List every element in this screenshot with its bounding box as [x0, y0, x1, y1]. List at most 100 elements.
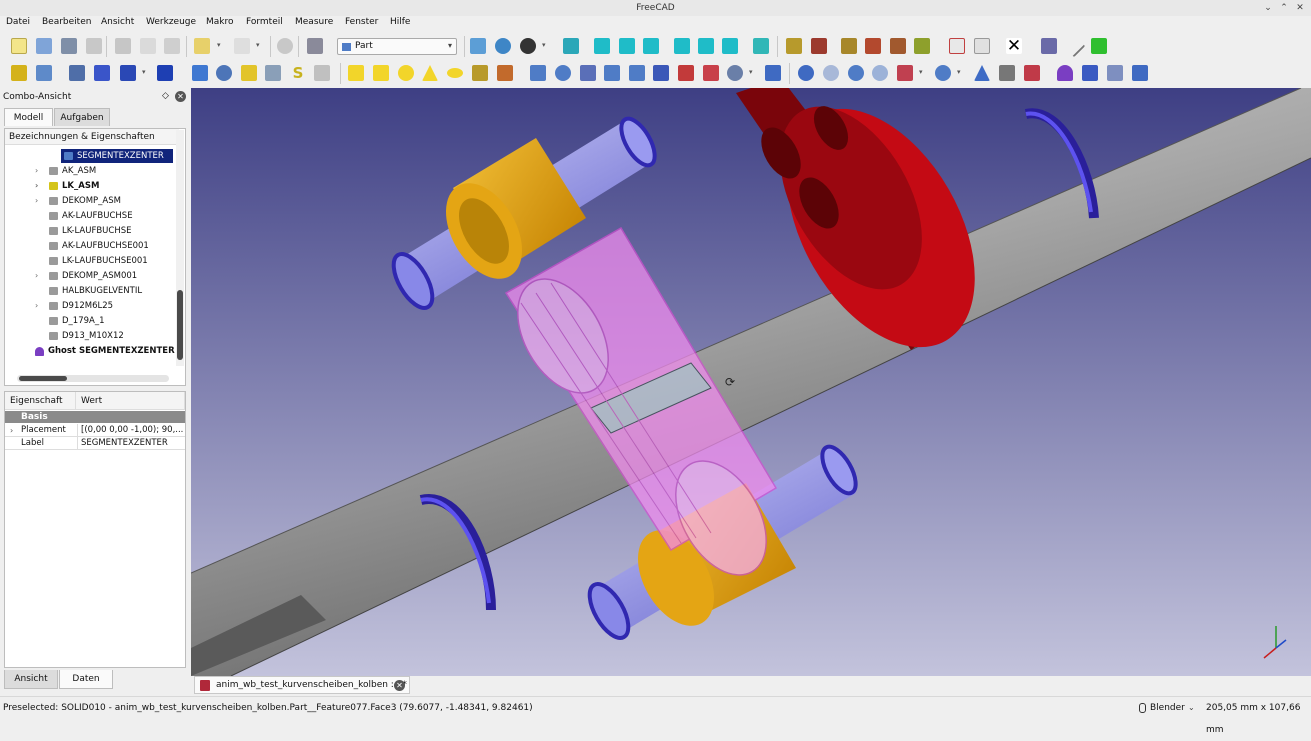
mirror-icon[interactable]	[265, 65, 281, 81]
fit-all-icon[interactable]	[470, 38, 486, 54]
macro-record-icon[interactable]	[786, 38, 802, 54]
cylinder-icon[interactable]	[373, 65, 389, 81]
minimize-icon[interactable]: ⌄	[1261, 0, 1275, 16]
create-group-icon[interactable]	[36, 65, 52, 81]
menu-hilfe[interactable]: Hilfe	[390, 17, 410, 27]
print-icon[interactable]	[86, 38, 102, 54]
tree-vertical-scrollbar[interactable]	[176, 130, 184, 366]
sweep-part-icon[interactable]	[703, 65, 719, 81]
tab-ansicht[interactable]: Ansicht	[4, 670, 58, 689]
whats-this-icon[interactable]	[307, 38, 323, 54]
revolve-part-icon[interactable]	[555, 65, 571, 81]
cut-icon[interactable]	[115, 38, 131, 54]
macro-run-icon[interactable]	[865, 38, 881, 54]
macro-stop-icon[interactable]	[811, 38, 827, 54]
property-row-label[interactable]: Label SEGMENTEXZENTER	[5, 437, 185, 450]
tree-item-segmentexzenter[interactable]: SEGMENTEXZENTER	[61, 149, 173, 163]
open-document-icon[interactable]	[36, 38, 52, 54]
cone-icon[interactable]	[422, 65, 438, 81]
workbench-selector[interactable]: Part ▾	[337, 38, 457, 55]
navigation-style-dropdown-icon[interactable]: ⌄	[1188, 697, 1195, 719]
menu-formteil[interactable]: Formteil	[246, 17, 283, 27]
tree-horizontal-scrollbar[interactable]	[17, 375, 169, 382]
expand-icon[interactable]: ›	[35, 179, 38, 193]
undo-icon[interactable]	[194, 38, 210, 54]
view-left-icon[interactable]	[722, 38, 738, 54]
measure-refresh-icon[interactable]	[1132, 65, 1148, 81]
split-dropdown-icon[interactable]: ▾	[957, 67, 965, 77]
expand-icon[interactable]: ›	[35, 164, 38, 178]
document-tab[interactable]: anim_wb_test_kurvenscheiben_kolben : 1* …	[194, 676, 410, 694]
torus-icon[interactable]	[447, 68, 463, 78]
undo-dropdown-icon[interactable]: ▾	[217, 40, 225, 50]
draw-style-dropdown-icon[interactable]: ▾	[542, 40, 550, 50]
sweep-icon[interactable]: S	[290, 65, 306, 81]
import-icon[interactable]	[120, 65, 136, 81]
save-icon[interactable]	[61, 38, 77, 54]
menu-ansicht[interactable]: Ansicht	[101, 17, 134, 27]
revolve-icon[interactable]	[216, 65, 232, 81]
link-icon[interactable]	[69, 65, 85, 81]
loft-icon[interactable]	[678, 65, 694, 81]
grid-icon[interactable]	[314, 65, 330, 81]
tree-horizontal-scroll-thumb[interactable]	[19, 376, 67, 381]
menu-werkzeuge[interactable]: Werkzeuge	[146, 17, 196, 27]
measure-distance-icon[interactable]	[753, 38, 769, 54]
split-icon[interactable]	[935, 65, 951, 81]
extrude-part-icon[interactable]	[530, 65, 546, 81]
compound-icon[interactable]	[974, 65, 990, 81]
primitives-icon[interactable]	[472, 65, 488, 81]
menu-makro[interactable]: Makro	[206, 17, 234, 27]
menu-datei[interactable]: Datei	[6, 17, 30, 27]
draw-style-icon[interactable]	[520, 38, 536, 54]
float-icon[interactable]: ◇	[160, 91, 171, 102]
refresh-icon[interactable]	[277, 38, 293, 54]
expand-icon[interactable]: ›	[35, 299, 38, 313]
expand-icon[interactable]: ›	[35, 269, 38, 283]
copy-icon[interactable]	[140, 38, 156, 54]
tree-vertical-scroll-thumb[interactable]	[177, 290, 183, 360]
join-dropdown-icon[interactable]: ▾	[919, 67, 927, 77]
check-geometry-icon[interactable]	[999, 65, 1015, 81]
extrude-icon[interactable]	[241, 65, 257, 81]
thickness-icon[interactable]	[765, 65, 781, 81]
fillet-icon[interactable]	[604, 65, 620, 81]
view-front-icon[interactable]	[594, 38, 610, 54]
fit-selection-icon[interactable]	[495, 38, 511, 54]
cut-boolean-icon[interactable]	[823, 65, 839, 81]
array-icon[interactable]	[192, 65, 208, 81]
sphere-icon[interactable]	[398, 65, 414, 81]
shape-builder-icon[interactable]	[497, 65, 513, 81]
make-face-icon[interactable]	[653, 65, 669, 81]
maximize-icon[interactable]: ⌃	[1277, 0, 1291, 16]
expand-icon[interactable]: ›	[35, 194, 38, 208]
property-row-placement[interactable]: › Placement [(0,00 0,00 -1,00); 90,...	[5, 424, 185, 437]
green-cube-icon[interactable]	[1091, 38, 1107, 54]
line-icon[interactable]	[1062, 34, 1086, 58]
redo-dropdown-icon[interactable]: ▾	[256, 40, 264, 50]
new-document-icon[interactable]	[11, 38, 27, 54]
tab-aufgaben[interactable]: Aufgaben	[54, 108, 110, 126]
navigation-style[interactable]: Blender	[1150, 697, 1185, 719]
macro-step-icon[interactable]	[914, 38, 930, 54]
link-group-icon[interactable]	[94, 65, 110, 81]
create-part-icon[interactable]	[11, 65, 27, 81]
import-dropdown-icon[interactable]: ▾	[142, 67, 150, 77]
close-window-icon[interactable]: ✕	[1293, 0, 1307, 16]
macro-debug-icon[interactable]	[890, 38, 906, 54]
view-isometric-icon[interactable]	[563, 38, 579, 54]
measure-angular-icon[interactable]	[1107, 65, 1123, 81]
ghost-tool-icon[interactable]	[1057, 65, 1073, 81]
animation-icon[interactable]	[1041, 38, 1057, 54]
chamfer-icon[interactable]	[629, 65, 645, 81]
3d-scene[interactable]: ⟳	[191, 88, 1311, 676]
paste-icon[interactable]	[164, 38, 180, 54]
view-top-icon[interactable]	[619, 38, 635, 54]
measure-clear-icon[interactable]	[949, 38, 965, 54]
menu-measure[interactable]: Measure	[295, 17, 333, 27]
view-right-icon[interactable]	[643, 38, 659, 54]
close-x-icon[interactable]: ✕	[1006, 38, 1022, 55]
mirror-part-icon[interactable]	[580, 65, 596, 81]
measure-linear-icon[interactable]	[1082, 65, 1098, 81]
section-dropdown-icon[interactable]: ▾	[749, 67, 757, 77]
